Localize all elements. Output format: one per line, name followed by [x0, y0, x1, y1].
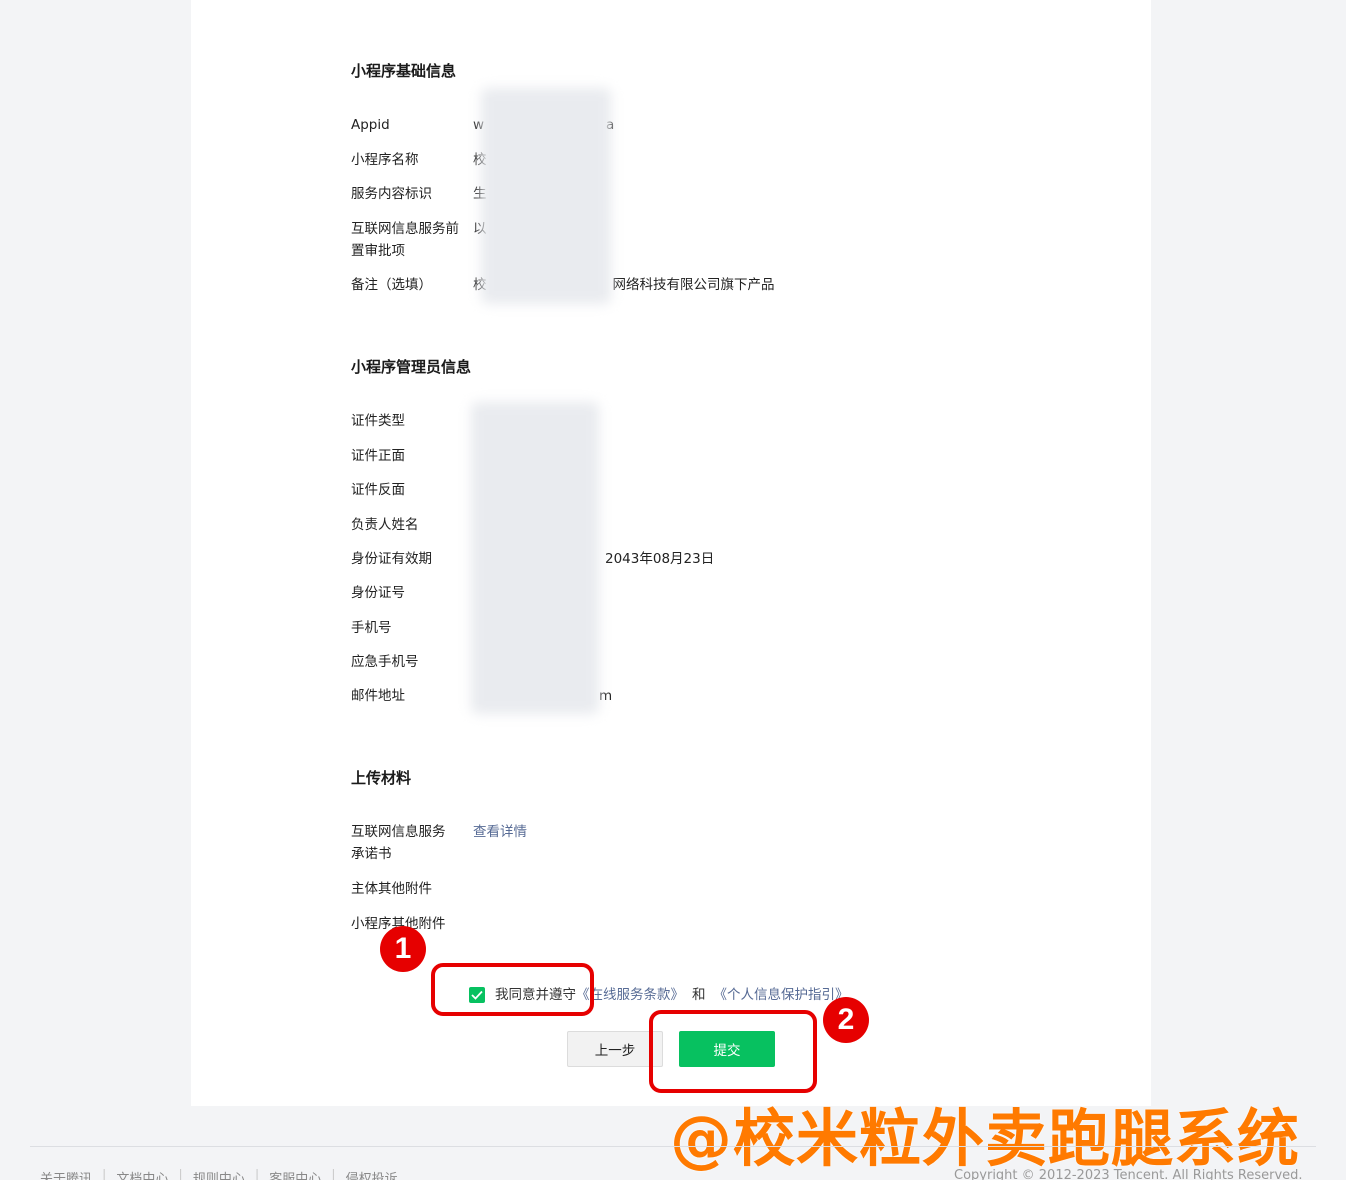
row-label-id-type: 证件类型 — [351, 413, 405, 429]
row-value-id-expiry: 2043年08月23日 — [605, 551, 715, 567]
footer-link-about[interactable]: 关于腾讯 — [40, 1168, 92, 1180]
row-label-app-name: 小程序名称 — [351, 152, 419, 168]
basic-info-title: 小程序基础信息 — [351, 62, 457, 80]
row-label-phone: 手机号 — [351, 620, 392, 636]
row-label-remark: 备注（选填） — [351, 277, 432, 293]
row-label-id-back: 证件反面 — [351, 482, 405, 498]
privacy-blur-basic — [481, 88, 611, 304]
row-label-entity-attachments: 主体其他附件 — [351, 881, 432, 897]
row-label-id-front: 证件正面 — [351, 448, 405, 464]
form-card: 小程序基础信息 Appid wa 小程序名称 校 服务内容标识 生 互联网信息服… — [191, 0, 1151, 1106]
annotation-box-agree — [431, 963, 594, 1016]
agree-and: 和 — [692, 987, 706, 1003]
upload-title: 上传材料 — [351, 769, 412, 787]
row-label-pre-approval: 互联网信息服务前置审批项 — [351, 221, 459, 259]
row-label-emergency-phone: 应急手机号 — [351, 654, 419, 670]
row-value-email: m — [599, 688, 613, 704]
footer-separator: | — [178, 1168, 183, 1180]
row-label-id-number: 身份证号 — [351, 585, 405, 601]
row-label-service-id: 服务内容标识 — [351, 186, 432, 202]
row-label-owner-name: 负责人姓名 — [351, 517, 419, 533]
row-label-id-expiry: 身份证有效期 — [351, 551, 432, 567]
footer-links: 关于腾讯 | 文档中心 | 规则中心 | 客服中心 | 侵权投诉 — [40, 1168, 398, 1180]
row-label-email: 邮件地址 — [351, 688, 405, 704]
footer-link-rules[interactable]: 规则中心 — [193, 1168, 245, 1180]
admin-info-title: 小程序管理员信息 — [351, 358, 472, 376]
footer-link-complaint[interactable]: 侵权投诉 — [346, 1168, 398, 1180]
annotation-badge-2: 2 — [823, 997, 869, 1043]
footer-copyright: Copyright © 2012-2023 Tencent. All Right… — [954, 1168, 1303, 1180]
row-label-appid: Appid — [351, 117, 390, 133]
privacy-link[interactable]: 《个人信息保护指引》 — [714, 984, 849, 1006]
footer-link-docs[interactable]: 文档中心 — [116, 1168, 168, 1180]
annotation-box-submit — [649, 1010, 817, 1093]
footer-separator: | — [331, 1168, 336, 1180]
footer-separator: | — [254, 1168, 260, 1180]
footer-separator: | — [102, 1168, 107, 1180]
watermark-text: @校米粒外卖跑腿系统 — [670, 1102, 1301, 1175]
row-label-commitment: 互联网信息服务承诺书 — [351, 824, 446, 862]
footer-divider — [30, 1146, 1316, 1147]
annotation-badge-1: 1 — [380, 926, 426, 972]
privacy-blur-admin — [471, 402, 599, 714]
footer-link-support[interactable]: 客服中心 — [269, 1168, 321, 1180]
view-details-link[interactable]: 查看详情 — [473, 821, 527, 843]
